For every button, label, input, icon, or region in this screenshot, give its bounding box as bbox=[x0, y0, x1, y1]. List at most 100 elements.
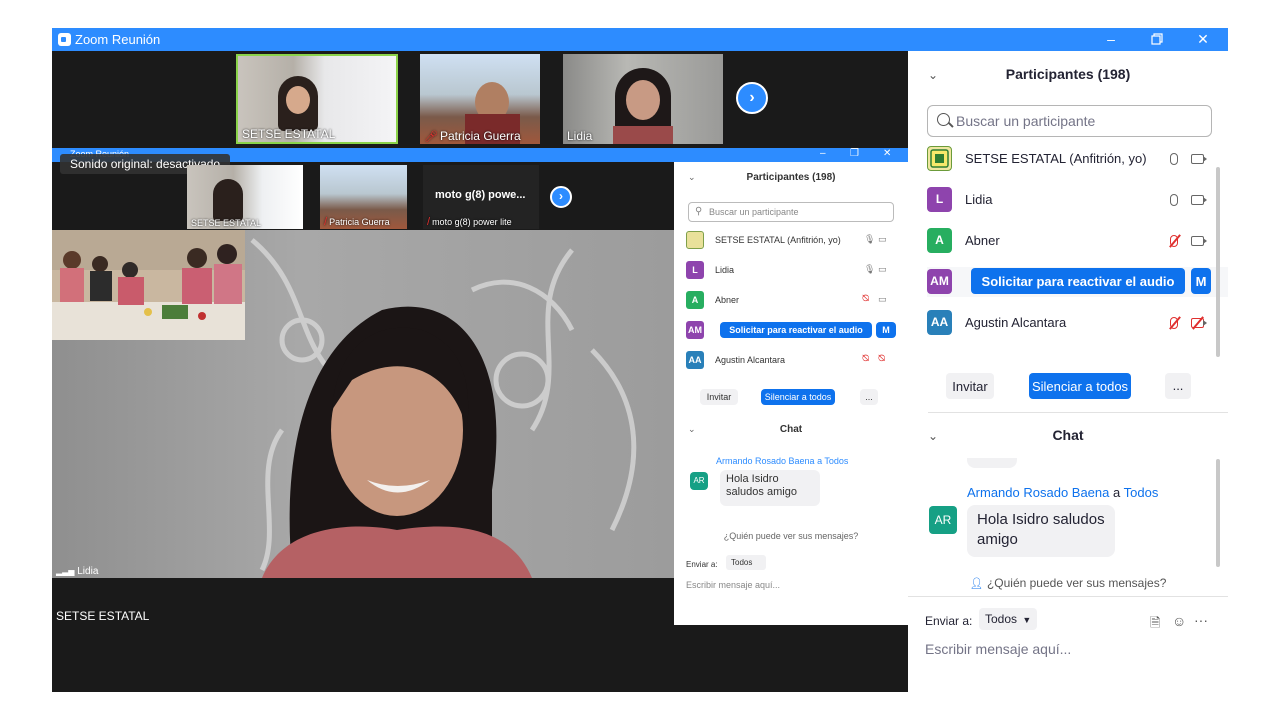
participant-row[interactable]: AA Agustin Alcantara bbox=[927, 308, 1212, 338]
emoji-icon[interactable]: ☺ bbox=[1172, 613, 1186, 629]
chevron-down-icon: ▼ bbox=[1022, 615, 1032, 625]
window-title: Zoom Reunión bbox=[75, 32, 161, 47]
avatar: L bbox=[686, 261, 704, 279]
organization-logo-icon bbox=[930, 149, 949, 168]
mic-icon: 🎙︎ bbox=[864, 234, 876, 244]
muted-mic-icon: / bbox=[427, 216, 431, 228]
previous-message-bubble bbox=[967, 458, 1017, 468]
zoom-window: Zoom Reunión – ✕ SETSE ESTATAL 🎤︎ Patrici… bbox=[52, 28, 1228, 692]
inner-participants-header: Participantes (198) bbox=[746, 172, 836, 183]
chat-header: Chat bbox=[1052, 427, 1084, 443]
thumbnail-name: SETSE ESTATAL bbox=[242, 127, 336, 141]
inner-restore-button[interactable]: ❐ bbox=[850, 148, 859, 159]
minimize-button[interactable]: – bbox=[1088, 28, 1134, 51]
inner-search-input: ⚲ Buscar un participante bbox=[688, 202, 894, 222]
inner-participant-row: SETSE ESTATAL (Anfitrión, yo) 🎙︎ ▭ bbox=[686, 230, 896, 250]
inner-chat-message: Hola Isidro saludos amigo bbox=[720, 470, 820, 506]
participant-name: SETSE ESTATAL (Anfitrión, yo) bbox=[965, 151, 1147, 166]
inner-mute-all-button: Silenciar a todos bbox=[761, 389, 835, 405]
muted-mic-icon: 🎤︎ bbox=[424, 131, 438, 143]
user-icon: 👤︎ bbox=[969, 578, 984, 590]
thumbnail-name: Lidia bbox=[567, 129, 593, 143]
participant-row[interactable]: A Abner bbox=[927, 226, 1212, 256]
speaker-name-label: ▂▃▅ Lidia bbox=[56, 566, 99, 577]
participant-row[interactable]: AM Solicitar para reactivar el audio M bbox=[927, 267, 1228, 297]
participant-row[interactable]: SETSE ESTATAL (Anfitrión, yo) bbox=[927, 144, 1212, 174]
inner-participant-row: AM Solicitar para reactivar el audio M bbox=[686, 320, 896, 340]
avatar bbox=[686, 231, 704, 249]
divider bbox=[928, 412, 1228, 413]
avatar: L bbox=[927, 187, 952, 212]
chat-message: Hola Isidro saludos amigo bbox=[967, 505, 1115, 557]
participants-panel: ⌄ Participantes (198) Buscar un particip… bbox=[908, 51, 1228, 692]
inner-message-placeholder: Escribir mensaje aquí... bbox=[686, 580, 781, 590]
search-icon bbox=[937, 113, 950, 126]
mic-icon[interactable] bbox=[1170, 153, 1178, 165]
video-icon[interactable] bbox=[1191, 154, 1207, 164]
more-options-button[interactable]: ... bbox=[1165, 373, 1191, 399]
divider bbox=[908, 596, 1228, 597]
event-photo-video bbox=[52, 230, 245, 340]
inner-participant-row: AA Agustin Alcantara ⦰ ⦰ bbox=[686, 350, 896, 370]
inner-request-unmute-button: Solicitar para reactivar el audio bbox=[720, 322, 872, 338]
participant-face bbox=[286, 86, 310, 114]
participant-name: Abner bbox=[965, 233, 1000, 248]
mic-icon: 🎙︎ bbox=[864, 264, 876, 274]
participant-name: Lidia bbox=[965, 192, 993, 207]
mute-all-button[interactable]: Silenciar a todos bbox=[1029, 373, 1131, 399]
video-icon: ▭ bbox=[878, 294, 887, 304]
inner-invite-button: Invitar bbox=[700, 389, 738, 405]
close-button[interactable]: ✕ bbox=[1180, 28, 1226, 51]
inner-next-videos-button: › bbox=[550, 186, 572, 208]
video-thumbnail[interactable]: Lidia bbox=[563, 54, 723, 144]
avatar: A bbox=[927, 228, 952, 253]
video-thumbnail[interactable]: 🎤︎ Patricia Guerra bbox=[420, 54, 540, 144]
muted-mic-icon: ⦰ bbox=[862, 353, 870, 363]
video-thumbnail[interactable]: SETSE ESTATAL bbox=[236, 54, 398, 144]
avatar: AM bbox=[686, 321, 704, 339]
avatar: AR bbox=[690, 472, 708, 490]
muted-mic-icon: ⦰ bbox=[862, 293, 870, 303]
mic-icon[interactable] bbox=[1170, 194, 1178, 206]
inner-video-thumbnail: SETSE ESTATAL bbox=[187, 165, 303, 229]
participant-name: Agustin Alcantara bbox=[965, 315, 1067, 330]
more-chat-options-icon[interactable]: ··· bbox=[1194, 612, 1208, 628]
event-photo-drawing bbox=[52, 230, 245, 340]
participants-header: Participantes (198) bbox=[1005, 66, 1131, 82]
video-icon: ▭ bbox=[878, 234, 887, 244]
avatar: AM bbox=[927, 269, 952, 294]
send-to-select[interactable]: Todos ▼ bbox=[979, 608, 1037, 630]
search-icon: ⚲ bbox=[695, 206, 703, 217]
send-to-label: Enviar a: bbox=[925, 614, 973, 628]
inner-video-thumbnail: moto g(8) powe... / moto g(8) power lite bbox=[423, 165, 539, 229]
inner-more-button: M bbox=[876, 322, 896, 338]
message-input[interactable]: Escribir mensaje aquí... bbox=[925, 641, 1071, 657]
more-actions-button[interactable]: M bbox=[1191, 268, 1211, 294]
invite-button[interactable]: Invitar bbox=[946, 373, 994, 399]
participants-scrollbar[interactable] bbox=[1216, 167, 1220, 357]
video-icon: ▭ bbox=[878, 264, 887, 274]
video-icon[interactable] bbox=[1191, 195, 1207, 205]
thumbnail-name: SETSE ESTATAL bbox=[191, 218, 262, 228]
muted-mic-icon: / bbox=[324, 216, 328, 228]
inner-who-can-see: ¿Quién puede ver sus mensajes? bbox=[723, 531, 859, 541]
who-can-see-messages[interactable]: 👤︎ ¿Quién puede ver sus mensajes? bbox=[908, 576, 1228, 590]
participant-search-input[interactable]: Buscar un participante bbox=[927, 105, 1212, 137]
restore-button[interactable] bbox=[1134, 28, 1180, 51]
participant-figure bbox=[613, 126, 673, 144]
avatar bbox=[927, 146, 952, 171]
inner-video-thumbnail: / Patricia Guerra bbox=[320, 165, 407, 229]
video-area: SETSE ESTATAL 🎤︎ Patricia Guerra Lidia › … bbox=[52, 51, 908, 692]
participant-face bbox=[626, 80, 660, 120]
request-unmute-button[interactable]: Solicitar para reactivar el audio bbox=[971, 268, 1185, 294]
signal-icon: ▂▃▅ bbox=[56, 567, 75, 576]
next-videos-button[interactable]: › bbox=[736, 82, 768, 114]
video-icon[interactable] bbox=[1191, 236, 1207, 246]
file-icon[interactable]: 🗎︎ bbox=[1150, 614, 1160, 636]
inner-close-button[interactable]: ✕ bbox=[883, 148, 891, 159]
chat-scrollbar[interactable] bbox=[1216, 459, 1220, 567]
participant-row[interactable]: L Lidia bbox=[927, 185, 1212, 215]
inner-minimize-button[interactable]: – bbox=[820, 148, 826, 159]
inner-send-to-label: Enviar a: bbox=[686, 560, 718, 569]
shared-screen: Zoom Reunión – ❐ ✕ Sonido original: desa… bbox=[52, 148, 908, 628]
